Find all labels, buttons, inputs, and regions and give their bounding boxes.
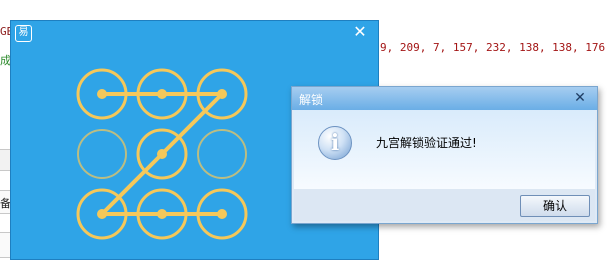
pattern-node-dot: [157, 209, 167, 219]
dialog-body: i 九宫解锁验证通过!: [294, 110, 595, 189]
pattern-node-6[interactable]: [197, 129, 247, 179]
pattern-node-dot: [217, 89, 227, 99]
pattern-node-dot: [157, 89, 167, 99]
background-values-fragment: 9, 209, 7, 157, 232, 138, 138, 176, 22: [380, 41, 607, 54]
dialog-message: 九宫解锁验证通过!: [376, 136, 477, 150]
confirm-button[interactable]: 确认: [520, 195, 590, 217]
pattern-node-dot: [97, 89, 107, 99]
unlock-dialog: 解锁 ✕ i 九宫解锁验证通过! 确认: [291, 86, 598, 224]
dialog-titlebar[interactable]: 解锁 ✕: [292, 87, 597, 110]
close-icon[interactable]: ✕: [572, 89, 588, 107]
info-icon: i: [318, 126, 352, 160]
pattern-node-dot: [97, 209, 107, 219]
dialog-title: 解锁: [299, 93, 324, 107]
pattern-node-dot: [157, 149, 167, 159]
pattern-node-dot: [217, 209, 227, 219]
dialog-footer: 确认: [294, 189, 595, 221]
pattern-node-4[interactable]: [77, 129, 127, 179]
